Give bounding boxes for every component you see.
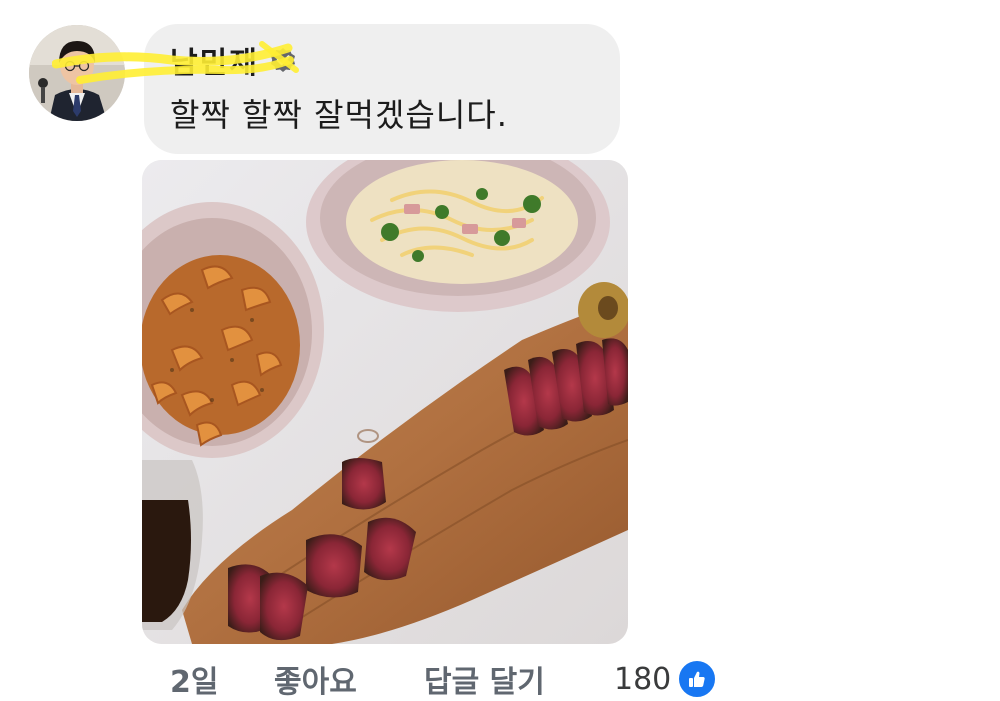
verified-badge-icon — [269, 46, 297, 74]
reaction-count[interactable]: 180 — [614, 662, 671, 697]
like-button[interactable]: 좋아요 — [274, 657, 424, 701]
comment-photo[interactable] — [142, 160, 628, 644]
avatar[interactable] — [29, 25, 125, 121]
author-name[interactable]: 남민재 — [170, 38, 259, 82]
comment-bubble: 남민재 할짝 할짝 잘먹겠습니다. — [52, 24, 620, 154]
author-row: 남민재 — [170, 38, 297, 82]
reply-button[interactable]: 답글 달기 — [424, 657, 614, 701]
comment-actions: 2일 좋아요 답글 달기 180 — [170, 658, 790, 700]
thumbs-up-icon[interactable] — [677, 659, 718, 699]
comment-timestamp: 2일 — [170, 665, 219, 700]
comment-text: 할짝 할짝 잘먹겠습니다. — [170, 96, 508, 134]
